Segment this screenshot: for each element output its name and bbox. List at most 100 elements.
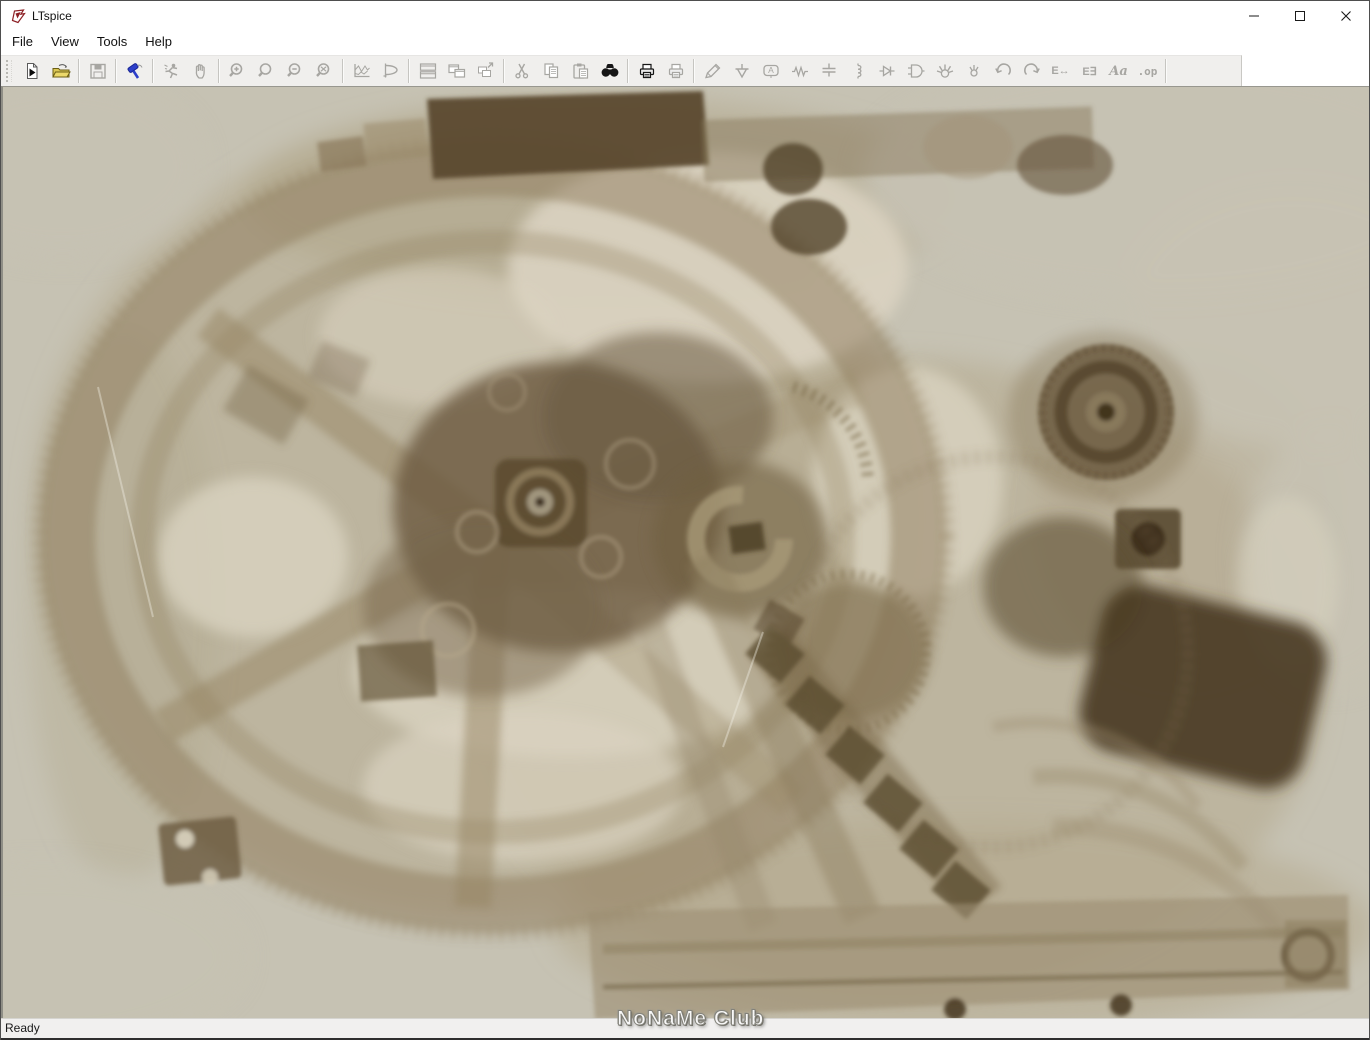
zoom-back-icon — [315, 62, 335, 80]
toolbar-button-component[interactable] — [901, 58, 930, 84]
toolbar-button-resistor[interactable] — [785, 58, 814, 84]
title-bar[interactable]: LTspice — [1, 1, 1369, 31]
window-controls — [1231, 1, 1369, 31]
cascade-windows-icon — [476, 62, 496, 80]
toolbar-button-tile-vertically[interactable] — [442, 58, 471, 84]
toolbar-button-rotate[interactable]: E∃ — [1075, 58, 1104, 84]
toolbar-button-redo[interactable] — [1017, 58, 1046, 84]
toolbar-button-copy[interactable] — [537, 58, 566, 84]
toolbar-separator — [693, 59, 695, 83]
toolbar-button-diode[interactable] — [872, 58, 901, 84]
component-icon — [906, 62, 926, 80]
diode-icon — [877, 62, 897, 80]
xray-image — [1, 57, 1369, 1040]
toolbar: A E↔ E∃ Aa .op — [1, 55, 1242, 86]
copy-icon — [542, 62, 562, 80]
toolbar-button-save[interactable] — [83, 58, 112, 84]
move-icon — [935, 62, 955, 80]
ltspice-logo-icon — [10, 8, 26, 24]
toolbar-button-open-file[interactable] — [46, 58, 75, 84]
toolbar-button-zoom-out[interactable] — [281, 58, 310, 84]
toolbar-separator — [1165, 59, 1167, 83]
toolbar-button-move[interactable] — [930, 58, 959, 84]
toolbar-row: A E↔ E∃ Aa .op — [1, 55, 1369, 86]
toolbar-button-plot-settings[interactable] — [376, 58, 405, 84]
toolbar-separator — [78, 59, 80, 83]
zoom-full-extents-icon — [257, 62, 277, 80]
text-icon: Aa — [1109, 63, 1128, 79]
mirror-icon: E↔ — [1051, 65, 1070, 77]
toolbar-button-mirror[interactable]: E↔ — [1046, 58, 1075, 84]
toolbar-separator — [115, 59, 117, 83]
toolbar-separator — [218, 59, 220, 83]
zoom-out-icon — [286, 62, 306, 80]
menu-item-help[interactable]: Help — [136, 31, 181, 53]
close-button[interactable] — [1323, 1, 1369, 31]
toolbar-separator — [503, 59, 505, 83]
toolbar-gripper[interactable] — [6, 60, 12, 82]
undo-icon — [993, 62, 1013, 80]
maximize-button[interactable] — [1277, 1, 1323, 31]
halt-icon — [191, 62, 211, 80]
crown-gear-knob — [1008, 332, 1198, 502]
drag-icon — [964, 62, 984, 80]
new-schematic-icon — [22, 62, 42, 80]
toolbar-button-capacitor[interactable] — [814, 58, 843, 84]
toolbar-separator — [342, 59, 344, 83]
toolbar-button-label-net[interactable]: A — [756, 58, 785, 84]
toolbar-button-zoom-full-extents[interactable] — [252, 58, 281, 84]
toolbar-button-inductor[interactable] — [843, 58, 872, 84]
toolbar-button-wire[interactable] — [698, 58, 727, 84]
toolbar-button-control-panel[interactable] — [120, 58, 149, 84]
run-icon — [162, 62, 182, 80]
toolbar-button-paste[interactable] — [566, 58, 595, 84]
toolbar-button-print-preview[interactable] — [661, 58, 690, 84]
wire-icon — [703, 62, 723, 80]
print-preview-icon — [666, 62, 686, 80]
rotate-icon: E∃ — [1082, 65, 1097, 78]
toolbar-button-halt[interactable] — [186, 58, 215, 84]
control-panel-icon — [125, 62, 145, 80]
autorange-y-axis-icon — [352, 62, 372, 80]
toolbar-button-spice-directive[interactable]: .op — [1133, 58, 1162, 84]
toolbar-button-autorange-y-axis[interactable] — [347, 58, 376, 84]
schematic-canvas[interactable] — [1, 57, 1369, 1040]
toolbar-button-tile-horizontally[interactable] — [413, 58, 442, 84]
toolbar-separator — [152, 59, 154, 83]
paste-icon — [571, 62, 591, 80]
toolbar-button-cut[interactable] — [508, 58, 537, 84]
menu-item-tools[interactable]: Tools — [88, 31, 136, 53]
toolbar-button-zoom-in[interactable] — [223, 58, 252, 84]
plot-settings-icon — [381, 62, 401, 80]
toolbar-empty-area — [1242, 55, 1369, 86]
open-file-icon — [51, 62, 71, 80]
corner-plate — [158, 816, 242, 886]
toolbar-button-ground[interactable] — [727, 58, 756, 84]
toolbar-button-find[interactable] — [595, 58, 624, 84]
minimize-button[interactable] — [1231, 1, 1277, 31]
toolbar-button-run[interactable] — [157, 58, 186, 84]
svg-text:A: A — [768, 65, 774, 75]
toolbar-button-text[interactable]: Aa — [1104, 58, 1133, 84]
window-title: LTspice — [32, 9, 72, 23]
redo-icon — [1022, 62, 1042, 80]
menu-item-view[interactable]: View — [42, 31, 88, 53]
toolbar-button-undo[interactable] — [988, 58, 1017, 84]
toolbar-separator — [408, 59, 410, 83]
print-icon — [637, 62, 657, 80]
tile-horizontally-icon — [418, 62, 438, 80]
watermark: NoNaMe Club — [617, 1007, 765, 1031]
tile-vertically-icon — [447, 62, 467, 80]
toolbar-button-cascade-windows[interactable] — [471, 58, 500, 84]
find-icon — [600, 62, 620, 80]
zoom-in-icon — [228, 62, 248, 80]
toolbar-button-print[interactable] — [632, 58, 661, 84]
small-dark-plate — [357, 640, 437, 702]
label-net-icon: A — [761, 62, 781, 80]
toolbar-button-new-schematic[interactable] — [17, 58, 46, 84]
ltspice-window: LTspice File View Tools Help A E↔ E∃ Aa .op — [0, 0, 1370, 1040]
toolbar-button-drag[interactable] — [959, 58, 988, 84]
menu-item-file[interactable]: File — [3, 31, 42, 53]
capacitor-icon — [819, 62, 839, 80]
toolbar-button-zoom-back[interactable] — [310, 58, 339, 84]
